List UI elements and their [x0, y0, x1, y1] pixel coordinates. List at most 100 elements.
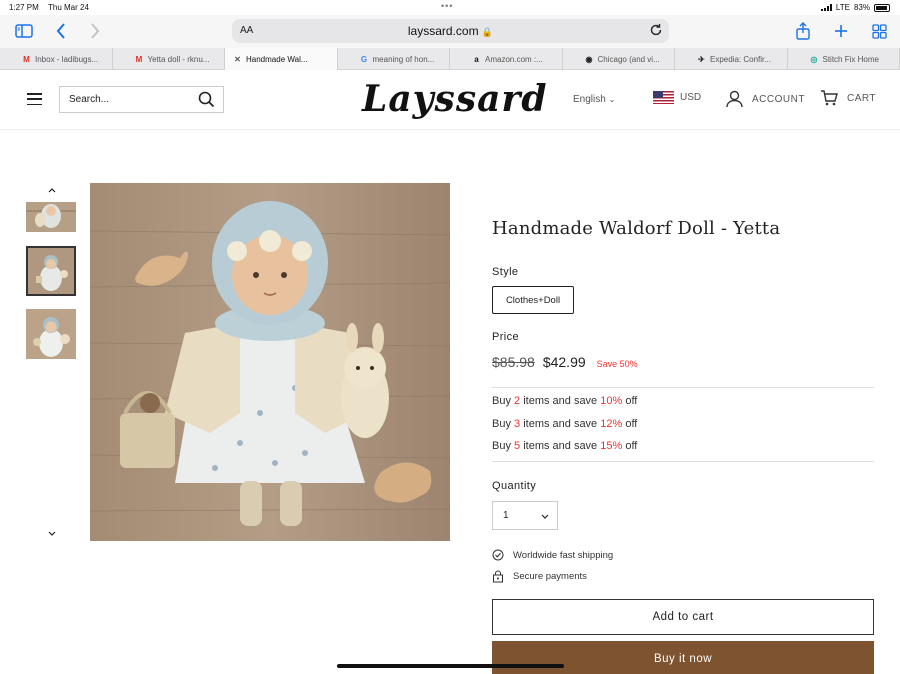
new-tab-icon[interactable]: [832, 20, 850, 42]
tab-overview-icon[interactable]: [870, 20, 888, 42]
address-url[interactable]: layssard.com 🔒: [232, 24, 669, 38]
user-icon: [726, 90, 743, 108]
bulk-offer-post: off: [622, 418, 638, 430]
bulk-offer-mid: items and save: [520, 440, 601, 452]
amazon-icon: a: [474, 54, 479, 64]
expedia-icon: ✈: [698, 54, 705, 64]
bulk-offer-pre: Buy: [492, 395, 515, 407]
cart-label: CART: [847, 92, 877, 104]
browser-tab[interactable]: a Amazon.com :...: [450, 48, 563, 70]
site-logo[interactable]: Layssard: [362, 78, 548, 120]
browser-tab[interactable]: Gmeaning of hon...: [338, 48, 450, 70]
product-main-image[interactable]: [90, 183, 450, 541]
feature-secure-payments: Secure payments: [492, 570, 587, 583]
back-icon[interactable]: [54, 20, 68, 42]
bulk-offer-pre: Buy: [492, 418, 515, 430]
browser-tab[interactable]: ✕ Handmade Wal...: [225, 48, 338, 70]
cart-link[interactable]: CART: [820, 90, 876, 106]
bulk-offer-pct: 15%: [600, 440, 623, 452]
home-indicator[interactable]: [337, 664, 564, 668]
bulk-offer-pre: Buy: [492, 440, 515, 452]
quantity-value: 1: [503, 510, 509, 521]
address-bar[interactable]: AA layssard.com 🔒: [232, 19, 669, 43]
search-input[interactable]: [60, 87, 190, 112]
product-thumbnail-3[interactable]: [26, 309, 76, 359]
status-date: Thu Mar 24: [48, 3, 89, 12]
buy-now-button[interactable]: Buy it now: [492, 641, 874, 674]
bulk-offer-post: off: [622, 395, 638, 407]
save-badge: Save 50%: [596, 359, 638, 369]
battery-icon: [874, 3, 890, 12]
bulk-offer-post: off: [622, 440, 638, 452]
lock-icon: [493, 570, 503, 583]
divider: [492, 387, 874, 388]
language-selector[interactable]: English ⌄: [573, 94, 615, 105]
sidebar-toggle-icon[interactable]: [13, 20, 35, 42]
product-thumbnail-2[interactable]: [26, 246, 76, 296]
browser-tab[interactable]: M Yetta doll - rknu...: [113, 48, 225, 70]
quantity-select[interactable]: 1: [492, 501, 558, 530]
search-icon[interactable]: [198, 91, 215, 113]
quantity-label: Quantity: [492, 480, 537, 492]
status-indicators: LTE 83%: [820, 3, 890, 12]
browser-tab-label: Inbox - ladibugs...: [35, 54, 99, 64]
network-label: LTE: [835, 3, 850, 12]
site-icon: ◉: [585, 54, 593, 64]
browser-tab-label: Amazon.com :...: [485, 54, 543, 64]
lock-icon: 🔒: [481, 27, 494, 37]
browser-tab-label: Handmade Wal...: [246, 54, 308, 64]
share-icon[interactable]: [794, 20, 812, 42]
gmail-icon: M: [135, 54, 143, 64]
browser-toolbar: AA layssard.com 🔒: [0, 15, 900, 48]
bulk-offer-pct: 12%: [600, 418, 623, 430]
divider: [492, 461, 874, 462]
thumbnail-down-arrow-icon[interactable]: [46, 529, 58, 537]
google-icon: G: [360, 54, 368, 64]
sale-price: $42.99: [542, 354, 586, 370]
browser-tab-label: Chicago (and vi...: [597, 54, 660, 64]
account-link[interactable]: ACCOUNT: [726, 90, 805, 108]
bulk-offer-mid: items and save: [520, 395, 601, 407]
browser-tab[interactable]: ✈ Expedia: Confir...: [675, 48, 788, 70]
account-label: ACCOUNT: [752, 93, 805, 105]
signal-icon: [820, 4, 832, 11]
browser-tab-label: Expedia: Confir...: [710, 54, 771, 64]
browser-tab-label: meaning of hon...: [372, 54, 435, 64]
feature-shipping-text: Worldwide fast shipping: [513, 549, 614, 561]
reload-icon[interactable]: [649, 23, 663, 42]
cart-icon: [821, 90, 838, 106]
battery-percent: 83%: [853, 3, 870, 12]
browser-tab-label: Yetta doll - rknu...: [147, 54, 210, 64]
multitasking-dots[interactable]: •••: [441, 1, 453, 11]
browser-tab-label: Stitch Fix Home: [822, 54, 879, 64]
chevron-down-icon: [541, 511, 549, 522]
bulk-offer-row: Buy 5 items and save 15% off: [492, 440, 637, 452]
chevron-down-icon: ⌄: [608, 95, 616, 104]
thumbnail-up-arrow-icon[interactable]: [46, 186, 58, 194]
bulk-offer-pct: 10%: [600, 395, 623, 407]
status-bar: 1:27 PM Thu Mar 24 ••• LTE 83%: [0, 0, 900, 15]
gmail-icon: M: [23, 54, 30, 64]
add-to-cart-button[interactable]: Add to cart: [492, 599, 874, 635]
site-header: Layssard English ⌄ USD ACCOUNT CART: [0, 70, 900, 130]
stitchfix-icon: ◎: [810, 54, 818, 64]
style-option-button[interactable]: Clothes+Doll: [492, 286, 574, 314]
browser-tab[interactable]: ◎ Stitch Fix Home: [788, 48, 900, 70]
browser-tab[interactable]: ◉ Chicago (and vi...: [563, 48, 675, 70]
browser-tab[interactable]: M Inbox - ladibugs...: [0, 48, 113, 70]
product-thumbnail-1[interactable]: [26, 202, 76, 232]
url-text: layssard.com: [407, 24, 479, 38]
us-flag-icon: [653, 91, 674, 104]
search-box: [59, 86, 224, 113]
menu-icon[interactable]: [27, 93, 42, 105]
compare-at-price: $85.98: [492, 354, 535, 370]
forward-icon[interactable]: [88, 20, 102, 42]
feature-secure-text: Secure payments: [513, 571, 587, 582]
close-icon[interactable]: ✕: [233, 55, 242, 64]
price-label: Price: [492, 331, 520, 343]
browser-tab-bar: M Inbox - ladibugs... M Yetta doll - rknu..…: [0, 48, 900, 70]
currency-selector[interactable]: USD: [653, 91, 701, 104]
bulk-offer-row: Buy 2 items and save 10% off: [492, 395, 637, 407]
language-label: English: [573, 94, 606, 105]
status-time: 1:27 PM: [9, 3, 39, 12]
